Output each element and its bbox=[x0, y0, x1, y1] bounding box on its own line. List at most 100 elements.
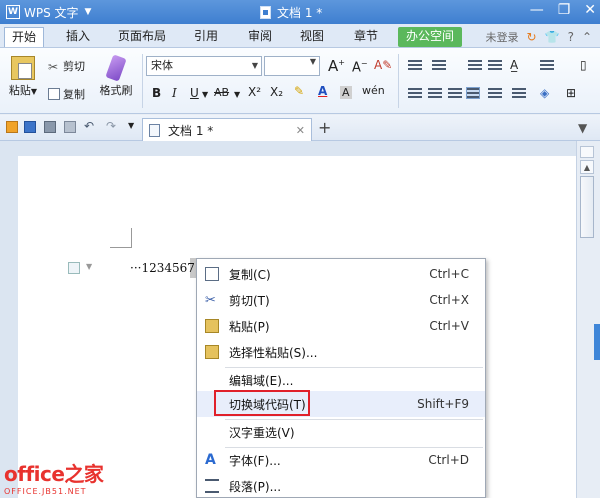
cut-button[interactable]: ✂ 剪切 bbox=[48, 58, 85, 74]
paste-button[interactable]: 粘贴▼ bbox=[6, 56, 40, 98]
menu-item-label: 段落(P)... bbox=[229, 479, 282, 494]
shading-icon[interactable]: ◈ bbox=[540, 86, 549, 100]
field-text[interactable]: ···1234567 bbox=[130, 261, 195, 275]
tab-insert[interactable]: 插入 bbox=[60, 27, 96, 47]
increase-indent-icon[interactable] bbox=[488, 60, 502, 72]
scissors-icon: ✂ bbox=[205, 293, 216, 308]
line-spacing-icon[interactable] bbox=[512, 88, 526, 100]
tab-start[interactable]: 开始 bbox=[4, 27, 44, 47]
tab-view[interactable]: 视图 bbox=[296, 27, 328, 47]
shrink-font-icon[interactable]: A− bbox=[352, 59, 368, 75]
side-panel-tab[interactable] bbox=[594, 324, 600, 360]
paragraph-layout-icon[interactable] bbox=[68, 262, 80, 274]
text-effect-icon[interactable]: A̲ bbox=[510, 58, 518, 72]
subscript-button[interactable]: X₂ bbox=[270, 85, 283, 99]
copy-button[interactable]: 复制 bbox=[48, 86, 85, 102]
paragraph-icon bbox=[205, 479, 219, 493]
copy-icon bbox=[205, 267, 219, 281]
phonetic-guide-icon[interactable]: wén bbox=[362, 84, 385, 97]
help-icon[interactable]: ? bbox=[568, 30, 574, 44]
close-tab-icon[interactable]: ✕ bbox=[296, 124, 305, 137]
font-name-select[interactable]: 宋体 ▼ bbox=[146, 56, 262, 76]
cut-label: 剪切 bbox=[63, 60, 85, 73]
menu-item-copy[interactable]: 复制(C) Ctrl+C bbox=[197, 261, 485, 287]
tab-label: 插入 bbox=[65, 29, 90, 43]
app-menu-button[interactable]: W WPS 文字 ▼ bbox=[6, 3, 91, 21]
chevron-down-icon: ▼ bbox=[309, 57, 316, 66]
justify-icon[interactable] bbox=[466, 87, 480, 99]
close-icon[interactable]: ✕ bbox=[584, 2, 596, 18]
font-icon: A bbox=[205, 452, 216, 468]
borders-icon[interactable]: ⊞ bbox=[566, 86, 576, 100]
minimize-icon[interactable]: — bbox=[530, 2, 544, 18]
align-left-icon[interactable] bbox=[408, 88, 422, 100]
grow-font-icon[interactable]: A+ bbox=[328, 57, 345, 75]
strikethrough-button[interactable]: AB bbox=[214, 86, 229, 99]
tab-chapter[interactable]: 章节 bbox=[350, 27, 382, 47]
more-icon[interactable]: ▯ bbox=[580, 58, 587, 72]
italic-button[interactable]: I bbox=[172, 86, 177, 100]
distributed-align-icon[interactable] bbox=[488, 88, 502, 100]
menu-item-font[interactable]: A 字体(F)... Ctrl+D bbox=[197, 447, 485, 473]
menu-item-shortcut: Ctrl+X bbox=[429, 293, 469, 307]
superscript-button[interactable]: X² bbox=[248, 85, 261, 99]
scissors-icon: ✂ bbox=[48, 60, 59, 74]
tab-office-space[interactable]: 办公空间 bbox=[398, 27, 462, 47]
document-tab-label: 文档 1 * bbox=[168, 123, 214, 138]
menu-item-reselect-hanzi[interactable]: 汉字重选(V) bbox=[197, 419, 485, 445]
menu-item-paragraph[interactable]: 段落(P)... bbox=[197, 473, 485, 498]
align-center-icon[interactable] bbox=[428, 88, 442, 100]
chevron-down-icon: ▼ bbox=[84, 7, 92, 17]
font-name-value: 宋体 bbox=[151, 59, 173, 72]
document-tab[interactable]: 文档 1 * ✕ bbox=[142, 118, 312, 141]
chevron-down-icon[interactable]: ▼ bbox=[128, 121, 134, 130]
redo-icon[interactable]: ↷ bbox=[106, 119, 116, 133]
sort-icon[interactable] bbox=[540, 60, 554, 72]
print-icon[interactable] bbox=[44, 121, 56, 133]
chevron-down-icon: ▼ bbox=[30, 87, 38, 96]
align-right-icon[interactable] bbox=[448, 88, 462, 100]
chevron-down-icon[interactable]: ▼ bbox=[202, 90, 208, 99]
highlight-icon[interactable]: ✎ bbox=[294, 84, 304, 98]
menu-item-paste[interactable]: 粘贴(P) Ctrl+V bbox=[197, 313, 485, 339]
menu-tabs: 开始 插入 页面布局 引用 审阅 视图 章节 办公空间 未登录 ↻ 👕 ? ⌃ bbox=[0, 24, 600, 48]
save-icon[interactable] bbox=[24, 121, 36, 133]
tab-review[interactable]: 审阅 bbox=[244, 27, 276, 47]
scroll-thumb[interactable] bbox=[580, 176, 594, 238]
clear-format-icon[interactable]: A✎ bbox=[374, 58, 392, 72]
highlight-annotation-box bbox=[214, 390, 310, 416]
format-painter-button[interactable]: 格式刷 bbox=[96, 54, 136, 98]
undo-icon[interactable]: ↶ bbox=[84, 119, 94, 133]
font-size-select[interactable]: ▼ bbox=[264, 56, 320, 76]
font-color-button[interactable]: A bbox=[318, 84, 327, 98]
bold-button[interactable]: B bbox=[152, 86, 161, 100]
tab-label: 办公空间 bbox=[405, 29, 454, 43]
char-shading-button[interactable]: A bbox=[340, 86, 352, 99]
menu-item-paste-special[interactable]: 选择性粘贴(S)... bbox=[197, 339, 485, 365]
menu-item-shortcut: Ctrl+C bbox=[429, 267, 469, 281]
print-preview-icon[interactable] bbox=[64, 121, 76, 133]
chevron-down-icon[interactable]: ▼ bbox=[234, 90, 240, 99]
restore-icon[interactable]: ❐ bbox=[558, 2, 571, 18]
numbering-icon[interactable] bbox=[432, 60, 446, 72]
login-link[interactable]: 未登录 bbox=[486, 29, 519, 45]
chevron-down-icon[interactable]: ▼ bbox=[86, 262, 92, 271]
tab-label: 开始 bbox=[11, 30, 36, 44]
decrease-indent-icon[interactable] bbox=[468, 60, 482, 72]
menu-item-cut[interactable]: ✂ 剪切(T) Ctrl+X bbox=[197, 287, 485, 313]
open-icon[interactable] bbox=[6, 121, 18, 133]
document-icon bbox=[260, 6, 271, 19]
copy-label: 复制 bbox=[63, 88, 85, 101]
tab-page-layout[interactable]: 页面布局 bbox=[114, 27, 170, 47]
tab-references[interactable]: 引用 bbox=[190, 27, 222, 47]
window-title: 文档 1 * bbox=[260, 4, 322, 21]
split-handle[interactable] bbox=[580, 146, 594, 158]
tab-menu-icon[interactable]: ▼ bbox=[578, 121, 587, 135]
refresh-icon[interactable]: ↻ bbox=[527, 30, 537, 44]
scroll-up-arrow[interactable]: ▲ bbox=[580, 160, 594, 174]
bullets-icon[interactable] bbox=[408, 60, 422, 72]
chevron-up-icon[interactable]: ⌃ bbox=[582, 30, 592, 44]
shirt-icon[interactable]: 👕 bbox=[545, 30, 560, 44]
new-tab-button[interactable]: + bbox=[318, 118, 331, 137]
underline-button[interactable]: U bbox=[190, 86, 199, 100]
